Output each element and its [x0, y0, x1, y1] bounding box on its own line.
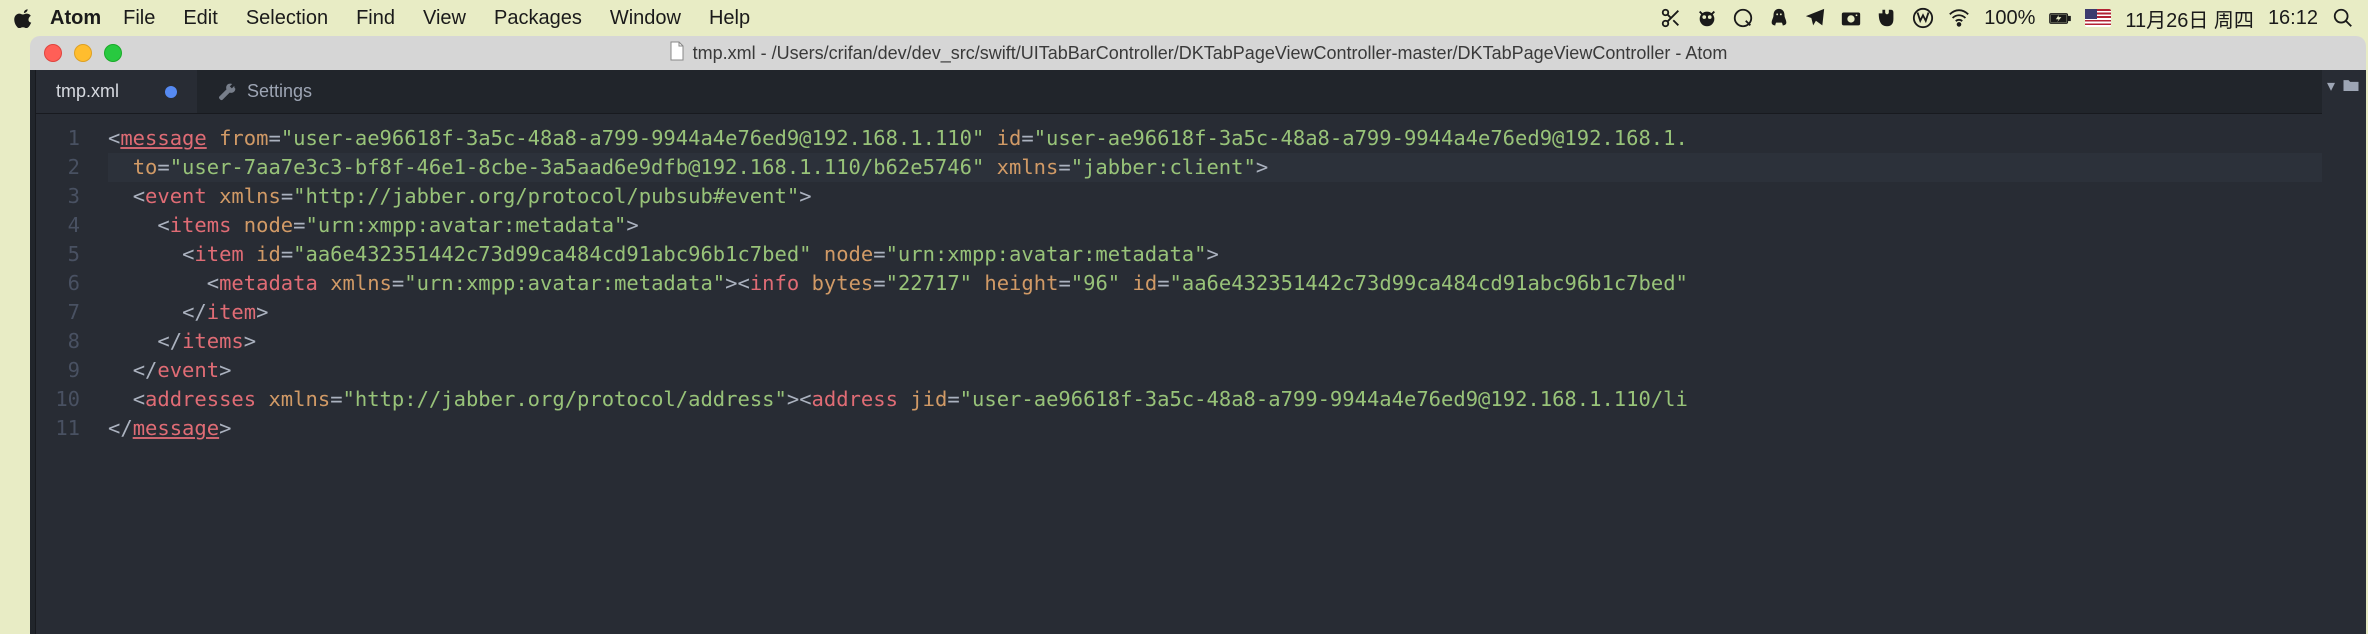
close-window-button[interactable] [44, 44, 62, 62]
battery-icon[interactable] [2049, 7, 2071, 29]
line-number: 5 [36, 240, 80, 269]
line-number: 8 [36, 327, 80, 356]
line-number: 6 [36, 269, 80, 298]
line-number: 3 [36, 182, 80, 211]
menu-window[interactable]: Window [610, 7, 681, 30]
wifi-icon[interactable] [1948, 7, 1970, 29]
menubar-date: 11月26日 周四 [2125, 4, 2254, 33]
line-number: 9 [36, 356, 80, 385]
code-line[interactable]: <metadata xmlns="urn:xmpp:avatar:metadat… [108, 269, 2322, 298]
macos-menubar: Atom File Edit Selection Find View Packa… [0, 0, 2368, 36]
menu-selection[interactable]: Selection [246, 7, 328, 30]
zoom-window-button[interactable] [104, 44, 122, 62]
minimize-window-button[interactable] [74, 44, 92, 62]
right-toolbar: ▾ [2322, 70, 2366, 634]
menu-edit[interactable]: Edit [183, 7, 217, 30]
apple-menu-icon[interactable] [14, 8, 34, 28]
menu-help[interactable]: Help [709, 7, 750, 30]
code-line[interactable]: <addresses xmlns="http://jabber.org/prot… [108, 385, 2322, 414]
tab-label: Settings [247, 81, 312, 102]
owl-icon[interactable] [1696, 7, 1718, 29]
app-name[interactable]: Atom [50, 7, 101, 30]
camera-icon[interactable] [1840, 7, 1862, 29]
code-line[interactable]: </event> [108, 356, 2322, 385]
battery-percentage: 100% [1984, 7, 2035, 30]
line-number: 2 [36, 153, 80, 182]
line-number: 1 [36, 124, 80, 153]
evernote-icon[interactable] [1876, 7, 1898, 29]
tab-settings[interactable]: Settings [197, 70, 332, 113]
gutter: 1234567891011 [36, 114, 98, 634]
line-number: 7 [36, 298, 80, 327]
tab-bar: tmp.xml Settings [36, 70, 2322, 114]
line-number: 11 [36, 414, 80, 443]
menu-view[interactable]: View [423, 7, 466, 30]
modified-indicator-icon [165, 86, 177, 98]
line-number: 10 [36, 385, 80, 414]
tab-tmp-xml[interactable]: tmp.xml [36, 70, 197, 113]
code-line[interactable]: to="user-7aa7e3c3-bf8f-46e1-8cbe-3a5aad6… [108, 153, 2322, 182]
menu-file[interactable]: File [123, 7, 155, 30]
line-number: 4 [36, 211, 80, 240]
code-line[interactable]: <message from="user-ae96618f-3a5c-48a8-a… [108, 124, 2322, 153]
editor: tmp.xml Settings 1234567891011 <message … [36, 70, 2322, 634]
chevron-down-icon[interactable]: ▾ [2327, 76, 2335, 96]
menu-packages[interactable]: Packages [494, 7, 582, 30]
window-titlebar: tmp.xml - /Users/crifan/dev/dev_src/swif… [30, 36, 2366, 70]
telegram-icon[interactable] [1804, 7, 1826, 29]
code-line[interactable]: <items node="urn:xmpp:avatar:metadata"> [108, 211, 2322, 240]
traffic-lights [44, 44, 122, 62]
menubar-time: 16:12 [2268, 7, 2318, 30]
code-line[interactable]: </items> [108, 327, 2322, 356]
input-source-flag-icon[interactable] [2085, 9, 2111, 27]
code-line[interactable]: </message> [108, 414, 2322, 443]
tab-label: tmp.xml [56, 81, 119, 102]
penguin-icon[interactable] [1768, 7, 1790, 29]
code-line[interactable]: <event xmlns="http://jabber.org/protocol… [108, 182, 2322, 211]
code-line[interactable]: </item> [108, 298, 2322, 327]
code-line[interactable]: <item id="aa6e432351442c73d99ca484cd91ab… [108, 240, 2322, 269]
window-title: tmp.xml - /Users/crifan/dev/dev_src/swif… [693, 43, 1728, 64]
menubar-status: 100% 11月26日 周四 16:12 [1660, 4, 2354, 33]
wrench-icon [217, 82, 237, 102]
document-icon [669, 41, 685, 66]
scissors-icon[interactable] [1660, 7, 1682, 29]
folder-icon[interactable] [2341, 76, 2361, 101]
code-content[interactable]: <message from="user-ae96618f-3a5c-48a8-a… [98, 114, 2322, 634]
vw-icon[interactable] [1912, 7, 1934, 29]
circle-q-icon[interactable] [1732, 7, 1754, 29]
menu-find[interactable]: Find [356, 7, 395, 30]
spotlight-icon[interactable] [2332, 7, 2354, 29]
code-area[interactable]: 1234567891011 <message from="user-ae9661… [36, 114, 2322, 634]
